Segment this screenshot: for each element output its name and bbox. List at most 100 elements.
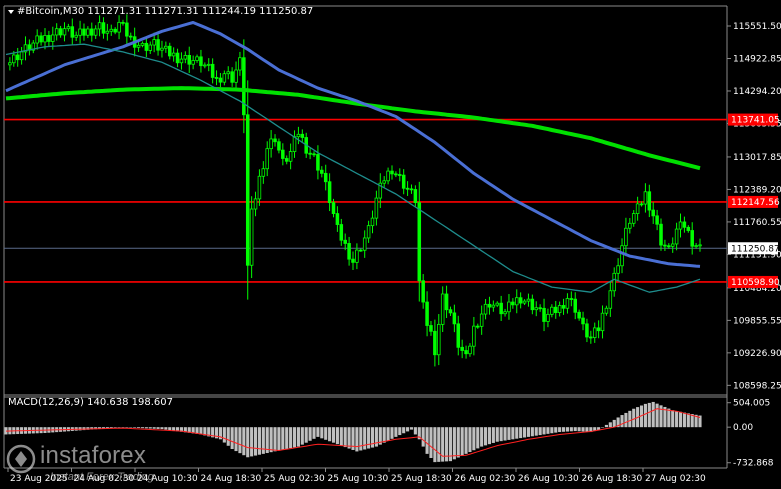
macd-bar bbox=[343, 427, 347, 448]
macd-bar bbox=[398, 427, 402, 436]
candle-body bbox=[238, 57, 242, 71]
macd-bar bbox=[476, 427, 480, 449]
symbol-header: #Bitcoin,M30 111271.31 111271.31 111244.… bbox=[17, 6, 313, 17]
macd-bar bbox=[515, 427, 519, 439]
macd-bar bbox=[565, 427, 569, 432]
macd-bar bbox=[269, 427, 273, 453]
candle-body bbox=[507, 301, 511, 313]
macd-bar bbox=[324, 427, 328, 440]
macd-bar bbox=[503, 427, 507, 441]
macd-bar bbox=[281, 427, 285, 450]
macd-bar bbox=[355, 427, 359, 452]
candle-body bbox=[382, 180, 386, 184]
candle-body bbox=[35, 35, 39, 44]
time-tick-label: 25 Aug 10:30 bbox=[328, 474, 389, 484]
macd-bar bbox=[651, 401, 655, 428]
candle-body bbox=[269, 138, 273, 150]
candle-body bbox=[359, 249, 363, 252]
candle-body bbox=[448, 309, 453, 314]
candle-body bbox=[444, 293, 449, 311]
candle-body bbox=[339, 224, 344, 241]
macd-bar bbox=[253, 427, 258, 456]
candle-body bbox=[678, 221, 683, 230]
price-tick-label: 113017.85 bbox=[733, 153, 781, 163]
candle-body bbox=[460, 346, 464, 351]
candle-body bbox=[210, 63, 215, 78]
candle-body bbox=[670, 243, 675, 247]
candle-body bbox=[483, 303, 488, 315]
time-tick-label: 26 Aug 18:30 bbox=[582, 474, 643, 484]
candle-body bbox=[273, 138, 277, 143]
macd-bar bbox=[409, 427, 414, 430]
candle-body bbox=[109, 28, 114, 32]
macd-bar bbox=[671, 410, 675, 428]
candle-body bbox=[686, 226, 691, 231]
macd-tick-label: 504.005 bbox=[733, 399, 770, 409]
macd-bar bbox=[144, 427, 148, 429]
macd-bar bbox=[347, 427, 351, 449]
candle-body bbox=[15, 54, 20, 61]
candle-body bbox=[316, 154, 320, 171]
candle-body bbox=[86, 28, 90, 36]
candle-body bbox=[144, 42, 149, 51]
macd-bar bbox=[160, 427, 164, 430]
candle-body bbox=[343, 239, 347, 244]
candle-body bbox=[191, 60, 195, 65]
macd-bar bbox=[682, 412, 686, 428]
candle-body bbox=[503, 311, 507, 315]
macd-bar bbox=[472, 427, 476, 451]
macd-bar bbox=[495, 427, 499, 442]
candle-body bbox=[47, 35, 51, 42]
macd-bar bbox=[335, 427, 339, 445]
candle-body bbox=[183, 55, 188, 60]
candle-body bbox=[335, 213, 340, 225]
candle-body bbox=[534, 307, 539, 311]
candle-body bbox=[390, 170, 394, 175]
candle-body bbox=[366, 225, 371, 239]
candle-body bbox=[479, 313, 484, 327]
macd-bar bbox=[367, 427, 371, 449]
candle-body bbox=[386, 170, 390, 182]
macd-bar bbox=[246, 427, 250, 458]
macd-bar bbox=[558, 427, 562, 433]
candle-body bbox=[195, 56, 199, 61]
candle-body bbox=[374, 197, 379, 219]
candle-body bbox=[550, 306, 554, 315]
candle-body bbox=[175, 52, 180, 64]
macd-bar bbox=[421, 427, 425, 447]
time-tick-label: 25 Aug 02:30 bbox=[264, 474, 325, 484]
macd-bar bbox=[554, 427, 558, 433]
candle-body bbox=[90, 28, 94, 36]
macd-tick-label: -732.868 bbox=[733, 459, 774, 469]
macd-bar bbox=[402, 427, 406, 434]
candle-body bbox=[362, 237, 367, 251]
candle-body bbox=[514, 297, 519, 306]
macd-bar bbox=[230, 427, 234, 450]
macd-bar bbox=[581, 427, 585, 432]
candle-body bbox=[589, 336, 593, 339]
macd-bar bbox=[425, 427, 429, 454]
price-tick-label: 115551.50 bbox=[733, 22, 781, 32]
candle-body bbox=[398, 174, 402, 176]
macd-bar bbox=[331, 427, 336, 443]
candle-body bbox=[39, 35, 43, 43]
trading-chart: #Bitcoin,M30 111271.31 111271.31 111244.… bbox=[0, 0, 781, 489]
macd-bar bbox=[686, 413, 690, 428]
macd-bar bbox=[550, 427, 554, 434]
macd-bar bbox=[140, 427, 145, 429]
macd-bar bbox=[137, 427, 141, 428]
macd-bar bbox=[320, 427, 324, 439]
macd-bar bbox=[546, 427, 550, 434]
brand-tagline: Instant Forex Trading bbox=[50, 471, 154, 483]
macd-bar bbox=[480, 427, 484, 447]
macd-bar bbox=[647, 402, 651, 428]
candle-body bbox=[635, 203, 640, 214]
candle-body bbox=[292, 136, 297, 152]
candle-body bbox=[74, 34, 78, 38]
price-tick-label: 114294.20 bbox=[733, 87, 781, 97]
macd-bar bbox=[499, 427, 503, 442]
candle-body bbox=[569, 298, 574, 300]
candle-body bbox=[128, 35, 133, 38]
macd-bar bbox=[370, 427, 375, 448]
candle-body bbox=[472, 325, 476, 347]
